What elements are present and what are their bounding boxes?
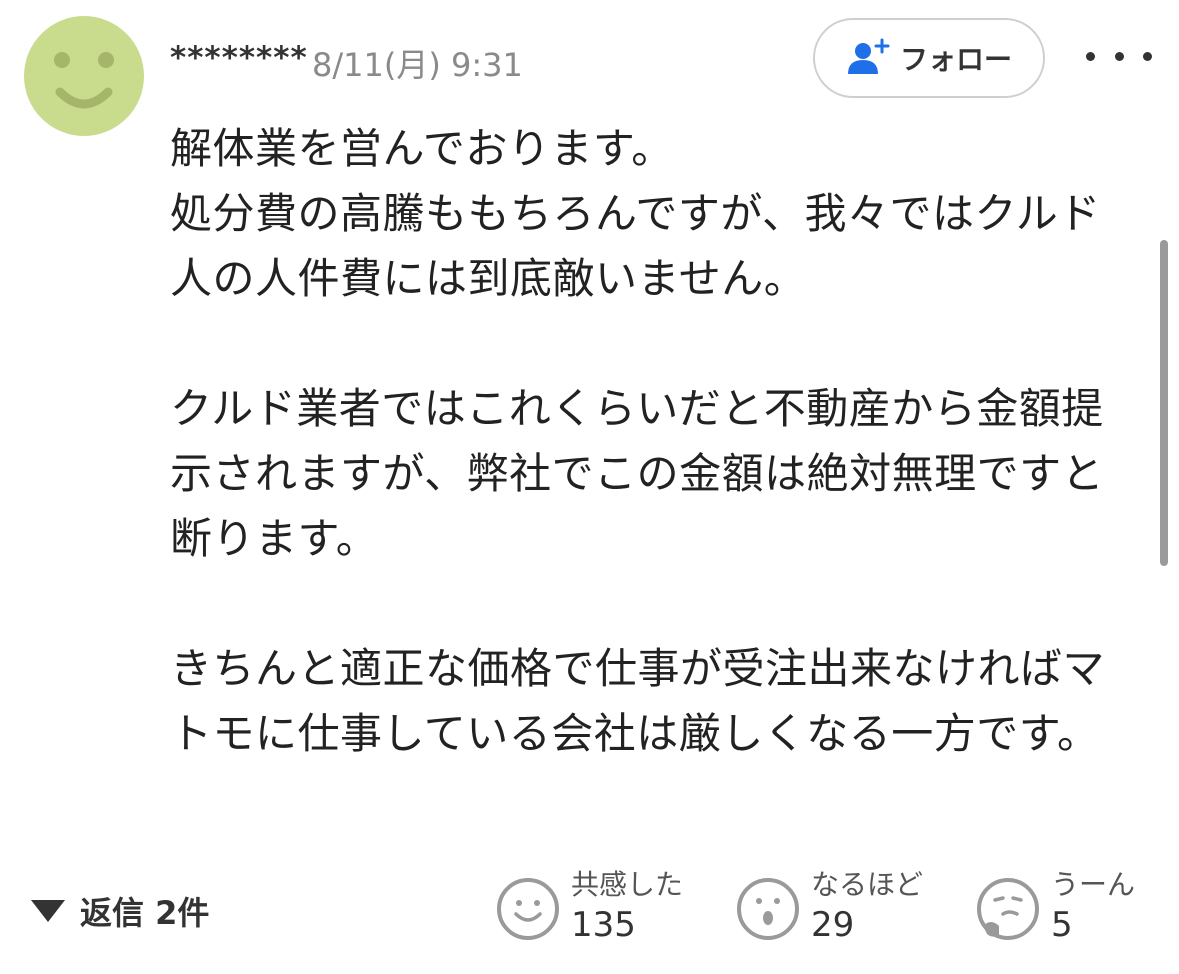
- triangle-down-icon: [31, 900, 65, 922]
- more-options-icon[interactable]: [1086, 36, 1152, 76]
- follow-label: フォロー: [899, 43, 1012, 76]
- comment-body: 解体業を営んでおります。 処分費の高騰ももちろんですが、我々ではクルド人の人件費…: [170, 116, 1135, 766]
- reaction-hmm-button[interactable]: うーん 5: [975, 868, 1135, 948]
- reaction-count: 135: [571, 905, 636, 945]
- replies-toggle[interactable]: 返信 2件: [30, 888, 209, 934]
- comment-paragraph-3: きちんと適正な価格で仕事が受注出来なければマトモに仕事している会社は厳しくなる一…: [170, 644, 1106, 758]
- follow-button[interactable]: フォロー: [813, 18, 1045, 98]
- reaction-insightful-button[interactable]: なるほど 29: [735, 868, 923, 948]
- replies-label: 返信 2件: [80, 894, 210, 932]
- reaction-count: 5: [1051, 905, 1073, 945]
- smiley-avatar-icon: [54, 52, 114, 109]
- thinking-face-icon: [977, 878, 1039, 940]
- reaction-count: 29: [811, 905, 855, 945]
- add-user-icon: [847, 38, 890, 74]
- reaction-label: なるほど: [811, 868, 924, 901]
- user-avatar[interactable]: [24, 16, 144, 136]
- comment-paragraph-2: クルド業者ではこれくらいだと不動産から金額提示されますが、弊社でこの金額は絶対無…: [170, 384, 1105, 563]
- smile-face-icon: [497, 878, 559, 940]
- scrollbar[interactable]: [1160, 240, 1168, 566]
- reaction-label: 共感した: [571, 868, 684, 901]
- comment-timestamp: 8/11(月) 9:31: [312, 46, 523, 84]
- reaction-empathize-button[interactable]: 共感した 135: [495, 868, 683, 948]
- reaction-label: うーん: [1051, 868, 1136, 901]
- comment-paragraph-1: 解体業を営んでおります。 処分費の高騰ももちろんですが、我々ではクルド人の人件費…: [170, 124, 1101, 303]
- author-name[interactable]: ********: [170, 40, 308, 76]
- surprised-face-icon: [737, 878, 799, 940]
